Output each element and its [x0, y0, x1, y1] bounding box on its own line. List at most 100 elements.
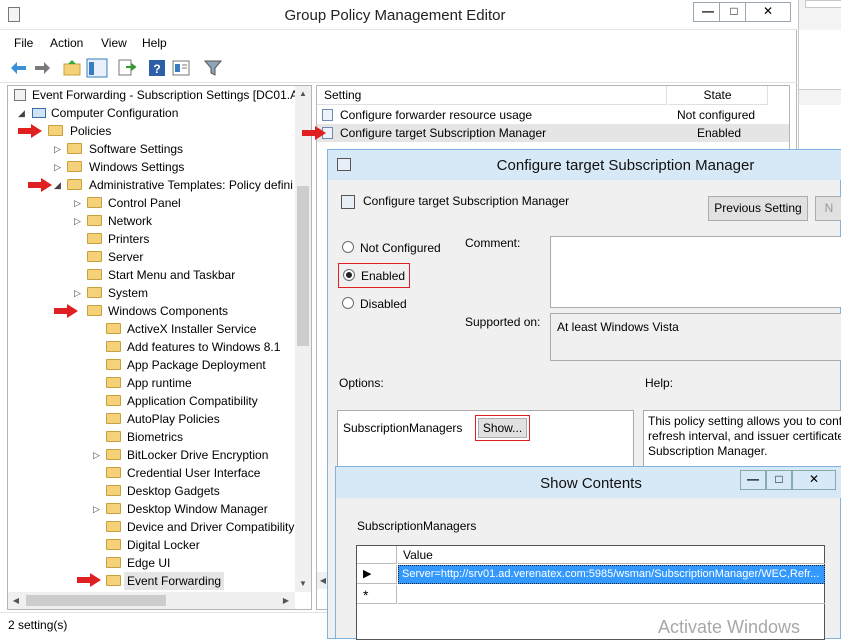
- tree-component-item[interactable]: Device and Driver Compatibility: [12, 518, 295, 536]
- tree-component-item[interactable]: Desktop Gadgets: [12, 482, 295, 500]
- tree-label: Control Panel: [108, 196, 181, 210]
- help-icon[interactable]: ?: [148, 59, 166, 77]
- previous-setting-button[interactable]: Previous Setting: [708, 196, 808, 221]
- scroll-thumb[interactable]: [26, 595, 166, 606]
- tree-component-item[interactable]: Credential User Interface: [12, 464, 295, 482]
- list-header-state[interactable]: State: [668, 86, 768, 105]
- comment-textarea[interactable]: [550, 236, 841, 308]
- scroll-down-icon[interactable]: ▼: [295, 576, 311, 592]
- show-hide-tree-icon[interactable]: [86, 58, 108, 78]
- tree-label: Credential User Interface: [127, 466, 261, 480]
- computer-icon: [32, 108, 46, 118]
- folder-icon: [106, 395, 121, 406]
- tree-component-item[interactable]: ActiveX Installer Service: [12, 320, 295, 338]
- tree-label: Edge UI: [127, 556, 171, 570]
- tree-label: Biometrics: [127, 430, 184, 444]
- up-folder-icon[interactable]: [63, 59, 81, 77]
- show-button[interactable]: Show...: [478, 418, 527, 438]
- background-pane: [799, 30, 841, 90]
- tree-component-item[interactable]: ▷ Desktop Window Manager: [12, 500, 295, 518]
- folder-icon: [106, 413, 121, 424]
- scroll-left-icon[interactable]: ◀: [8, 592, 24, 609]
- tree-component-item[interactable]: AutoPlay Policies: [12, 410, 295, 428]
- folder-icon: [106, 521, 121, 532]
- filter-icon[interactable]: [204, 59, 222, 77]
- show-contents-minimize[interactable]: —: [740, 470, 766, 490]
- app-icon: [8, 7, 20, 22]
- menu-action[interactable]: Action: [50, 36, 83, 50]
- background-window-close[interactable]: [805, 0, 841, 8]
- tree-label: Digital Locker: [127, 538, 200, 552]
- tree-admin-templates[interactable]: ◢ Administrative Templates: Policy defin…: [12, 176, 295, 194]
- menu-view[interactable]: View: [101, 36, 127, 50]
- tree-label: Software Settings: [89, 142, 184, 156]
- grid-value-cell[interactable]: Server=http://srv01.ad.verenatex.com:598…: [398, 565, 825, 584]
- tree-label: App Package Deployment: [127, 358, 266, 372]
- folder-icon: [106, 359, 121, 370]
- grid-new-row-indicator[interactable]: *: [357, 585, 397, 604]
- scroll-thumb[interactable]: [297, 186, 309, 346]
- tree-component-item[interactable]: ▷ BitLocker Drive Encryption: [12, 446, 295, 464]
- radio-circle[interactable]: [342, 297, 354, 309]
- close-button[interactable]: ✕: [745, 2, 791, 22]
- tree-component-item[interactable]: Edge UI: [12, 554, 295, 572]
- tree-component-item[interactable]: Digital Locker: [12, 536, 295, 554]
- show-contents-close[interactable]: ✕: [792, 470, 836, 490]
- activate-windows-watermark: Activate Windows: [658, 617, 801, 637]
- expand-icon[interactable]: ▷: [74, 194, 84, 212]
- show-contents-maximize[interactable]: □: [766, 470, 792, 490]
- next-setting-button[interactable]: N: [815, 196, 841, 221]
- folder-icon: [106, 449, 121, 460]
- tree-component-item[interactable]: App runtime: [12, 374, 295, 392]
- show-contents-dialog: Show Contents — □ ✕ SubscriptionManagers…: [335, 466, 841, 640]
- expand-icon[interactable]: ▷: [74, 284, 84, 302]
- collapse-icon[interactable]: ◢: [54, 176, 64, 194]
- expand-icon[interactable]: ▷: [54, 158, 64, 176]
- properties-icon[interactable]: [172, 59, 190, 77]
- help-text-line: Subscription Manager.: [648, 444, 768, 458]
- list-header-setting[interactable]: Setting: [317, 86, 667, 105]
- tree-component-item[interactable]: Biometrics: [12, 428, 295, 446]
- tree-hscrollbar[interactable]: ◀ ▶: [8, 592, 295, 609]
- radio-circle[interactable]: [343, 269, 355, 281]
- back-icon[interactable]: [10, 60, 28, 76]
- current-row-arrow-icon: ▶: [363, 568, 372, 580]
- red-arrow-policies: [18, 124, 42, 138]
- menu-help[interactable]: Help: [142, 36, 167, 50]
- grid-row-indicator[interactable]: ▶: [357, 565, 397, 584]
- expand-icon[interactable]: ▷: [74, 212, 84, 230]
- grid-new-row-cell[interactable]: [398, 585, 825, 604]
- supported-on-value: At least Windows Vista: [557, 320, 679, 334]
- list-setting-name: Configure forwarder resource usage: [340, 108, 533, 122]
- tree-component-item[interactable]: App Package Deployment: [12, 356, 295, 374]
- expand-icon[interactable]: ▷: [54, 140, 64, 158]
- tree-component-item[interactable]: Application Compatibility: [12, 392, 295, 410]
- scroll-up-icon[interactable]: ▲: [295, 86, 311, 102]
- tree-vscrollbar[interactable]: ▲ ▼: [295, 86, 311, 592]
- red-arrow-target-subscription: [302, 126, 326, 140]
- list-row-selected[interactable]: Configure target Subscription Manager En…: [317, 124, 789, 142]
- expand-icon[interactable]: ▷: [93, 500, 103, 518]
- radio-circle[interactable]: [342, 241, 354, 253]
- tree-component-item[interactable]: Add features to Windows 8.1: [12, 338, 295, 356]
- radio-disabled[interactable]: Disabled: [342, 296, 432, 314]
- help-text-line: This policy setting allows you to conf: [648, 414, 841, 428]
- forward-icon[interactable]: [33, 60, 51, 76]
- collapse-icon[interactable]: ◢: [18, 104, 28, 122]
- expand-icon[interactable]: ▷: [93, 446, 103, 464]
- options-panel: SubscriptionManagers Show...: [337, 410, 634, 470]
- tree-component-item[interactable]: Event Forwarding: [12, 572, 295, 590]
- tree-root[interactable]: Event Forwarding - Subscription Settings…: [12, 86, 295, 104]
- tree-label: Event Forwarding - Subscription Settings…: [32, 88, 295, 102]
- supported-on-box: At least Windows Vista: [550, 313, 841, 361]
- tree-label: App runtime: [127, 376, 192, 390]
- folder-icon: [106, 557, 121, 568]
- menu-file[interactable]: File: [14, 36, 33, 50]
- list-row[interactable]: Configure forwarder resource usage Not c…: [317, 106, 789, 124]
- folder-icon: [106, 467, 121, 478]
- scroll-right-icon[interactable]: ▶: [278, 592, 294, 609]
- export-list-icon[interactable]: [118, 59, 136, 77]
- grid-header-value[interactable]: Value: [398, 546, 825, 564]
- radio-enabled[interactable]: Enabled: [338, 263, 410, 288]
- radio-not-configured[interactable]: Not Configured: [342, 240, 452, 258]
